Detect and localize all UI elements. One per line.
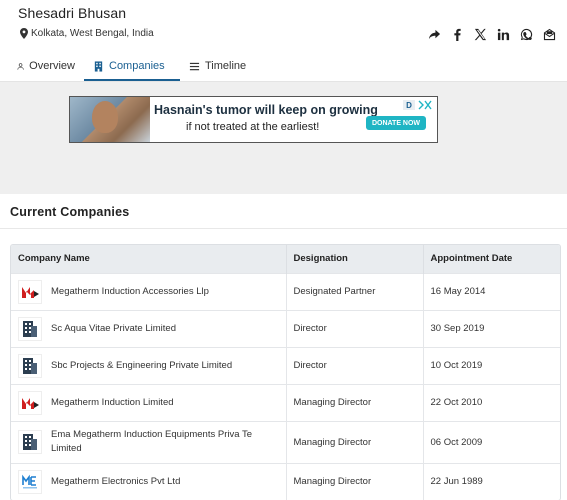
profile-tabs: Overview Companies Timeline: [0, 52, 260, 81]
list-icon: [189, 62, 200, 70]
x-icon[interactable]: [474, 28, 487, 41]
ad-area: Hasnain's tumor will keep on growing if …: [0, 81, 567, 194]
facebook-icon[interactable]: [451, 28, 464, 41]
donate-button[interactable]: DONATE NOW: [366, 116, 426, 130]
companies-table: Company Name Designation Appointment Dat…: [10, 244, 561, 500]
company-name[interactable]: Sbc Projects & Engineering Private Limit…: [51, 359, 232, 373]
divider: [0, 228, 567, 229]
column-header[interactable]: Designation: [286, 245, 424, 273]
appointment-date: 22 Jun 1989: [423, 462, 560, 500]
column-header[interactable]: Appointment Date: [423, 245, 560, 273]
table-row[interactable]: Megatherm Electronics Pvt Ltd Managing D…: [11, 462, 560, 500]
designation: Director: [286, 309, 424, 347]
tab-label: Companies: [109, 60, 165, 72]
tab-label: Overview: [29, 60, 75, 72]
share-bar: [428, 28, 556, 41]
profile-header: Shesadri Bhusan Kolkata, West Bengal, In…: [0, 0, 567, 82]
person-name: Shesadri Bhusan: [18, 5, 127, 21]
table-row[interactable]: Megatherm Induction Limited Managing Dir…: [11, 383, 560, 421]
designation: Managing Director: [286, 462, 424, 500]
building-icon: [18, 353, 42, 378]
building-icon: [94, 60, 103, 72]
building-icon: [18, 430, 42, 454]
ad-photo: [70, 97, 150, 142]
designation: Managing Director: [286, 383, 424, 421]
designation: Director: [286, 346, 424, 384]
appointment-date: 30 Sep 2019: [423, 309, 560, 347]
designation: Managing Director: [286, 420, 424, 463]
section-title: Current Companies: [10, 205, 130, 219]
megatherm-electronics-logo: [18, 469, 42, 494]
tab-companies[interactable]: Companies: [84, 52, 180, 81]
adchoices-icon[interactable]: D: [403, 99, 433, 111]
appointment-date: 10 Oct 2019: [423, 346, 560, 384]
location-text: Kolkata, West Bengal, India: [31, 28, 154, 39]
table-row[interactable]: Ema Megatherm Induction Equipments Priva…: [11, 420, 560, 463]
share-icon[interactable]: [428, 28, 441, 41]
appointment-date: 22 Oct 2010: [423, 383, 560, 421]
whatsapp-icon[interactable]: [520, 28, 533, 41]
location: Kolkata, West Bengal, India: [20, 28, 154, 39]
company-name[interactable]: Ema Megatherm Induction Equipments Priva…: [51, 428, 279, 456]
tab-timeline[interactable]: Timeline: [180, 52, 260, 80]
designation: Designated Partner: [286, 272, 424, 310]
tab-overview[interactable]: Overview: [8, 52, 84, 80]
ad-subline: if not treated at the earliest!: [186, 121, 320, 133]
table-header: Company Name Designation Appointment Dat…: [11, 245, 560, 273]
ad-headline: Hasnain's tumor will keep on growing: [154, 103, 378, 117]
appointment-date: 06 Oct 2009: [423, 420, 560, 463]
company-name[interactable]: Megatherm Induction Limited: [51, 396, 174, 410]
megatherm-logo: [18, 390, 42, 415]
map-pin-icon: [20, 28, 28, 39]
table-row[interactable]: Sbc Projects & Engineering Private Limit…: [11, 346, 560, 384]
building-icon: [18, 316, 42, 341]
table-row[interactable]: Megatherm Induction Accessories Llp Desi…: [11, 272, 560, 310]
company-name[interactable]: Sc Aqua Vitae Private Limited: [51, 322, 176, 336]
user-icon: [17, 62, 24, 70]
mail-icon[interactable]: [543, 28, 556, 41]
svg-text:D: D: [406, 101, 412, 110]
linkedin-icon[interactable]: [497, 28, 510, 41]
ad-banner[interactable]: Hasnain's tumor will keep on growing if …: [69, 96, 438, 143]
company-name[interactable]: Megatherm Induction Accessories Llp: [51, 285, 209, 299]
table-row[interactable]: Sc Aqua Vitae Private Limited Director 3…: [11, 309, 560, 347]
column-header[interactable]: Company Name: [11, 245, 287, 273]
appointment-date: 16 May 2014: [423, 272, 560, 310]
tab-label: Timeline: [205, 60, 247, 72]
company-name[interactable]: Megatherm Electronics Pvt Ltd: [51, 475, 180, 489]
megatherm-logo: [18, 279, 42, 304]
